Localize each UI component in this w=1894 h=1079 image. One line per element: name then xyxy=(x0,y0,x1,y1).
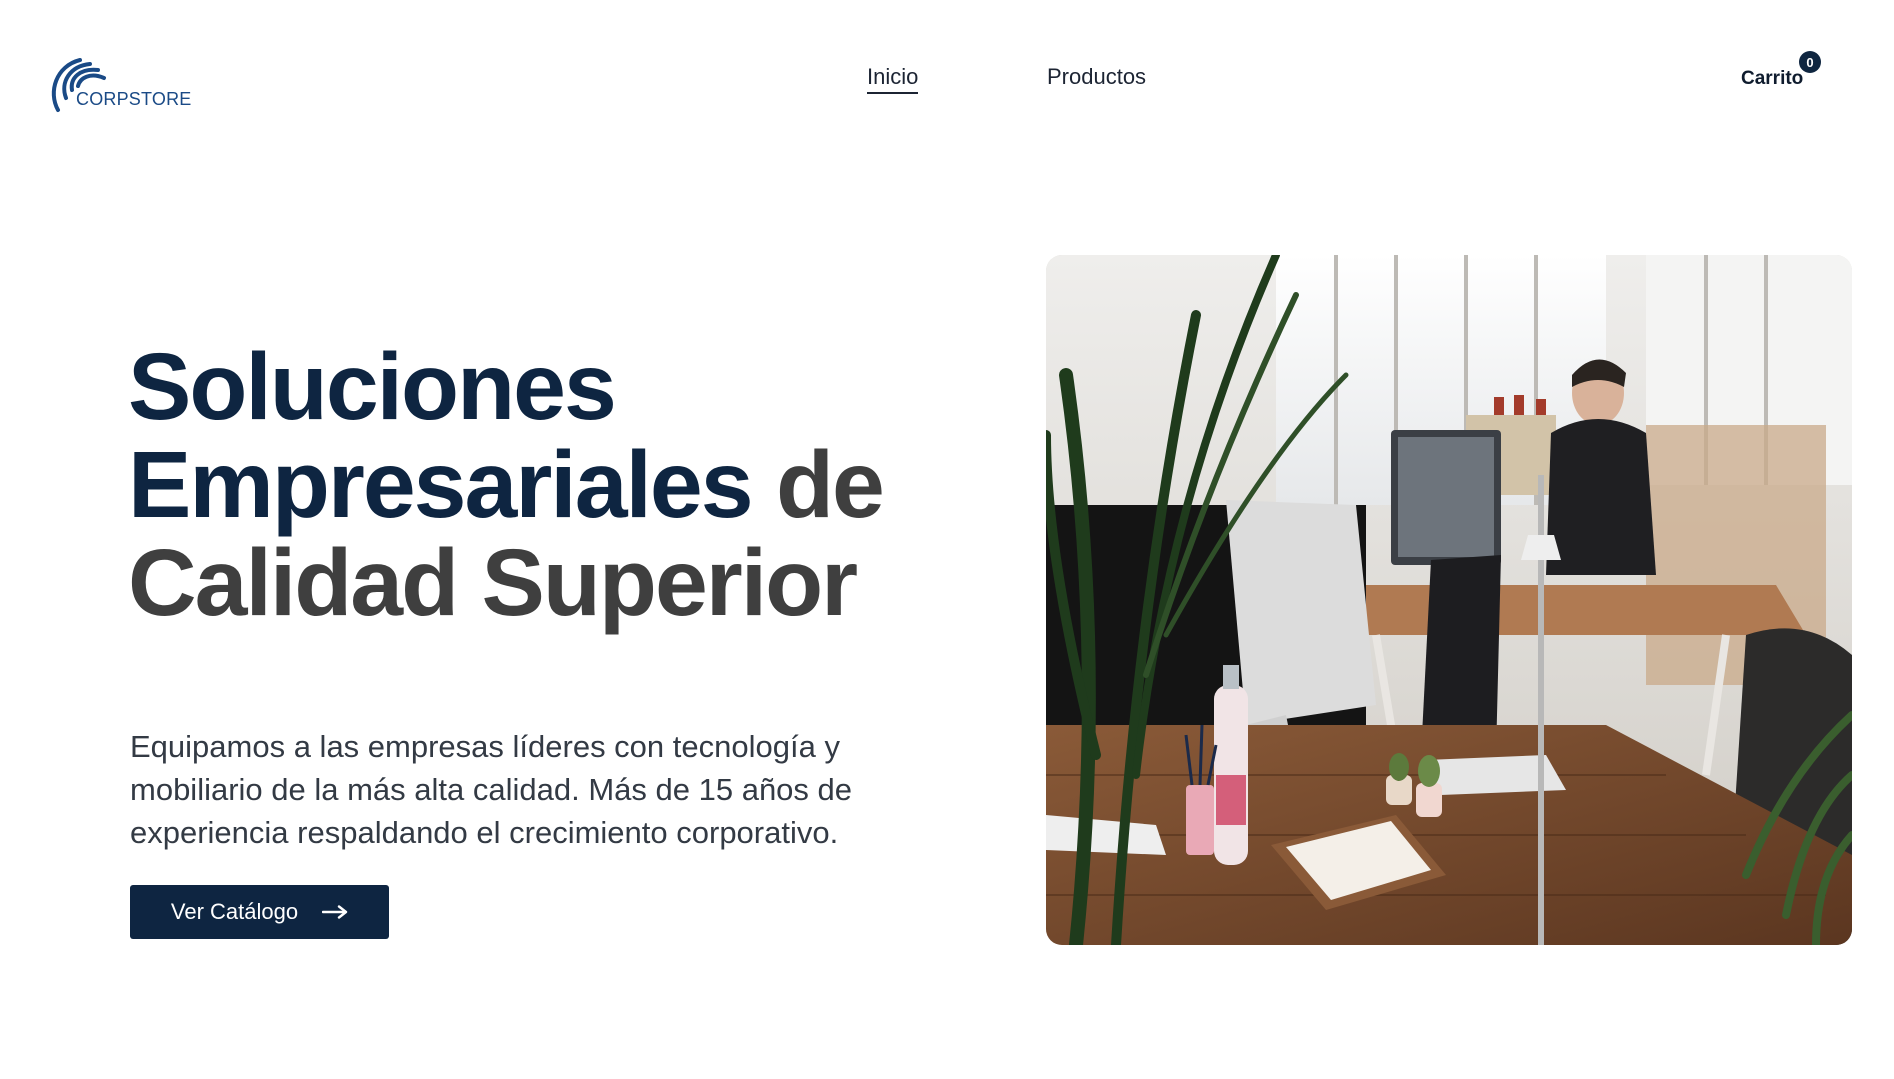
view-catalog-button[interactable]: Ver Catálogo xyxy=(130,885,389,939)
cart-count-badge: 0 xyxy=(1799,51,1821,73)
nav-link-productos[interactable]: Productos xyxy=(1047,64,1146,90)
hero-title-line-1: Soluciones xyxy=(128,334,617,440)
main-nav: Inicio Productos xyxy=(0,64,1894,104)
hero-title-line-3: Calidad Superior xyxy=(128,530,858,636)
hero-title-line-2: Empresariales de xyxy=(128,436,928,534)
hero-description: Equipamos a las empresas líderes con tec… xyxy=(130,729,853,850)
site-header: CORPSTORE Inicio Productos Carrito 0 xyxy=(0,0,1894,165)
nav-link-inicio[interactable]: Inicio xyxy=(867,64,919,94)
cart-label: Carrito xyxy=(1741,68,1804,89)
hero-office-image xyxy=(1046,255,1852,945)
cart-link[interactable]: Carrito 0 xyxy=(1741,51,1821,90)
hero-title: Soluciones Empresariales de Calidad Supe… xyxy=(128,338,928,632)
view-catalog-label: Ver Catálogo xyxy=(170,899,299,924)
hero-title-connector: de xyxy=(776,432,885,538)
hero-title-emphasis: Empresariales xyxy=(128,432,754,538)
arrow-right-icon xyxy=(322,905,348,919)
office-workspace-photo xyxy=(1046,255,1852,945)
